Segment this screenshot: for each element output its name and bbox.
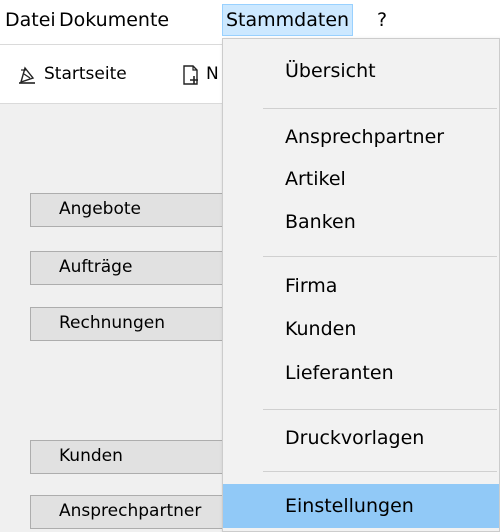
menu-dokumente[interactable]: Dokumente [56,4,172,36]
startseite-label: Startseite [44,64,127,84]
menu-separator [263,256,497,257]
menu-item-lieferanten[interactable]: Lieferanten [223,353,499,393]
startseite-button[interactable]: Startseite [14,57,164,91]
menu-item-artikel[interactable]: Artikel [223,159,499,199]
menu-bar: Datei Dokumente Stammdaten ? [0,0,500,38]
menu-item-uebersicht[interactable]: Übersicht [223,51,499,91]
menu-item-ansprechpartner[interactable]: Ansprechpartner [223,117,499,157]
new-document-icon [183,65,198,85]
home-icon [19,66,35,84]
menu-item-firma[interactable]: Firma [223,266,499,306]
menu-item-kunden[interactable]: Kunden [223,309,499,349]
menu-datei[interactable]: Datei [2,4,59,36]
menu-item-einstellungen[interactable]: Einstellungen [223,484,499,528]
menu-separator [263,409,497,410]
menu-help[interactable]: ? [374,4,390,36]
menu-separator [263,471,497,472]
new-document-button[interactable]: N [180,57,222,91]
menu-stammdaten[interactable]: Stammdaten [222,4,354,36]
app-window: Datei Dokumente Stammdaten ? Startseite … [0,0,500,532]
menu-item-druckvorlagen[interactable]: Druckvorlagen [223,418,499,458]
menu-item-banken[interactable]: Banken [223,202,499,242]
menu-separator [263,108,497,109]
stammdaten-dropdown: Übersicht Ansprechpartner Artikel Banken… [222,38,500,532]
new-document-label: N [206,64,219,84]
